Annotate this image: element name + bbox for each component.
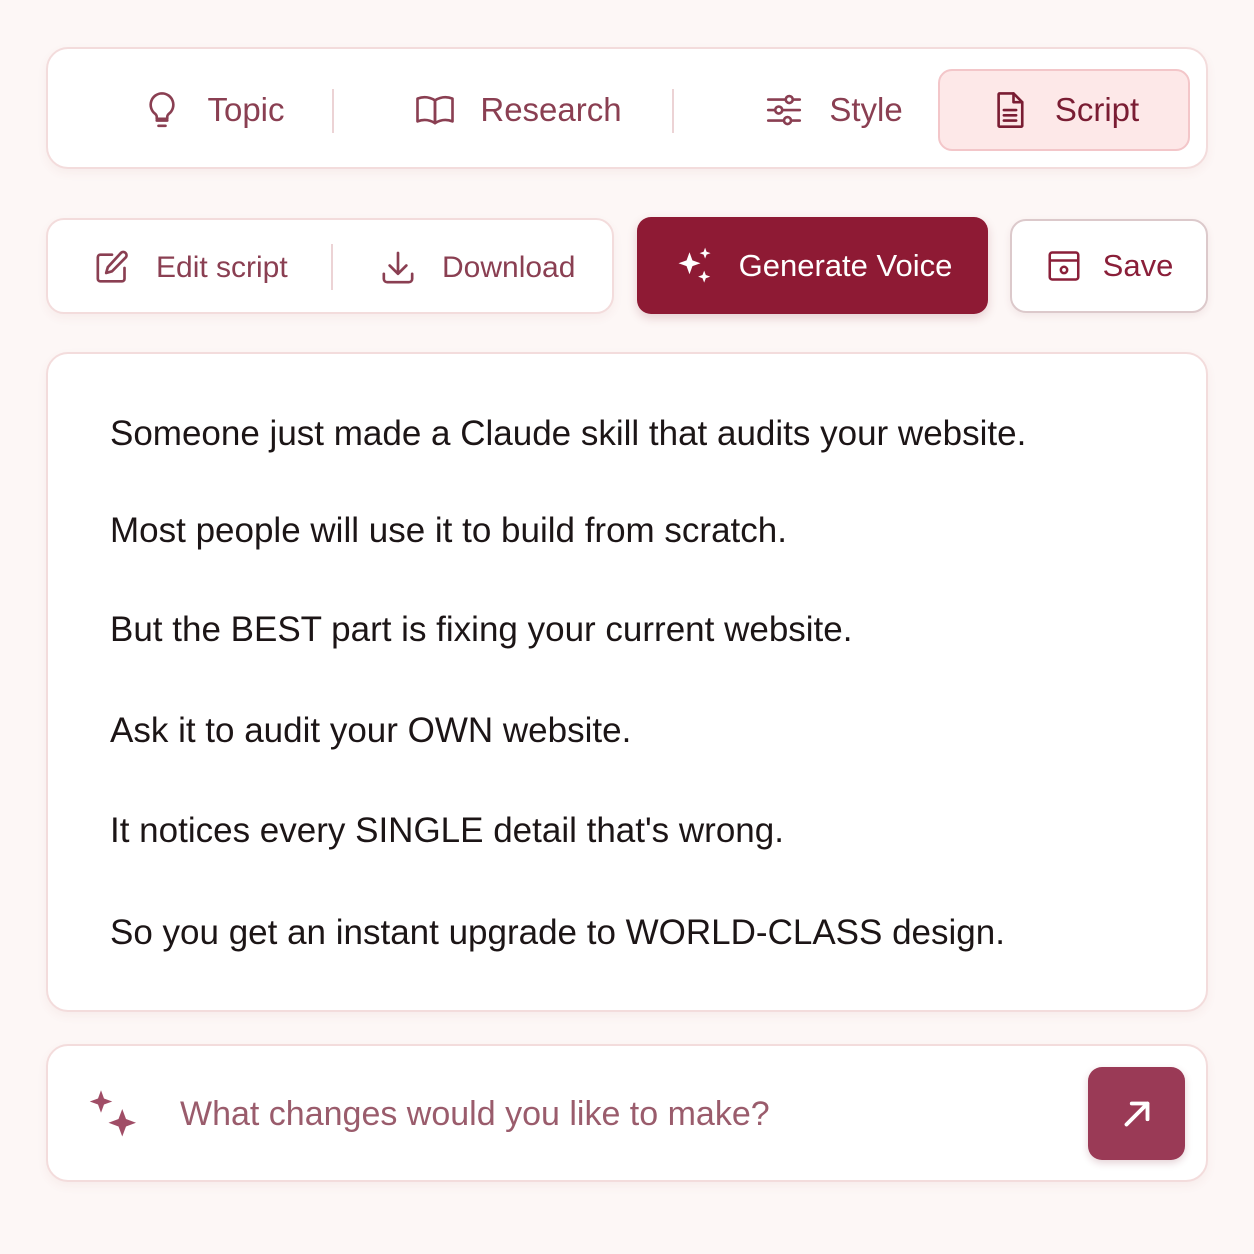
download-button[interactable]: Download bbox=[378, 220, 575, 316]
tab-script-label: Script bbox=[1054, 91, 1140, 128]
send-button[interactable] bbox=[1088, 1067, 1185, 1160]
tab-topic-label: Topic bbox=[207, 91, 285, 128]
edit-script-button[interactable]: Edit script bbox=[92, 220, 288, 316]
script-line: Someone just made a Claude skill that au… bbox=[110, 414, 1027, 453]
archive-icon bbox=[1048, 251, 1080, 281]
script-line: So you get an instant upgrade to WORLD-C… bbox=[110, 913, 1005, 952]
script-line: Ask it to audit your OWN website. bbox=[110, 711, 632, 750]
edit-icon bbox=[96, 250, 128, 283]
save-label: Save bbox=[1102, 248, 1174, 283]
script-panel: Someone just made a Claude skill that au… bbox=[46, 352, 1208, 1012]
tab-divider bbox=[332, 89, 334, 133]
book-icon bbox=[416, 95, 455, 125]
script-toolbar: Edit script Download bbox=[46, 218, 614, 314]
tab-research-label: Research bbox=[480, 91, 622, 128]
toolbar-divider bbox=[331, 244, 333, 290]
sparkle-icon bbox=[678, 247, 711, 283]
download-icon bbox=[382, 251, 414, 284]
step-tabs: Topic Research Style Script bbox=[46, 47, 1208, 169]
tab-style[interactable]: Style bbox=[708, 69, 958, 151]
lightbulb-icon bbox=[149, 92, 176, 128]
edit-script-label: Edit script bbox=[156, 251, 288, 284]
arrow-up-right-icon bbox=[1124, 1101, 1149, 1126]
prompt-bar bbox=[46, 1044, 1208, 1182]
save-button[interactable]: Save bbox=[1010, 219, 1208, 313]
script-line: But the BEST part is fixing your current… bbox=[110, 610, 853, 649]
tab-style-label: Style bbox=[829, 91, 903, 128]
tab-topic[interactable]: Topic bbox=[88, 69, 338, 151]
sliders-icon bbox=[767, 94, 802, 126]
document-icon bbox=[997, 92, 1024, 128]
script-line: Most people will use it to build from sc… bbox=[110, 511, 787, 550]
tab-divider bbox=[672, 89, 674, 133]
tab-script[interactable]: Script bbox=[938, 69, 1190, 151]
sparkle-icon bbox=[89, 1090, 136, 1137]
generate-voice-label: Generate Voice bbox=[738, 247, 953, 283]
download-label: Download bbox=[442, 251, 576, 284]
tab-research[interactable]: Research bbox=[368, 69, 668, 151]
generate-voice-button[interactable]: Generate Voice bbox=[637, 217, 988, 314]
script-line: It notices every SINGLE detail that's wr… bbox=[110, 811, 784, 850]
prompt-input[interactable] bbox=[180, 1086, 1040, 1142]
